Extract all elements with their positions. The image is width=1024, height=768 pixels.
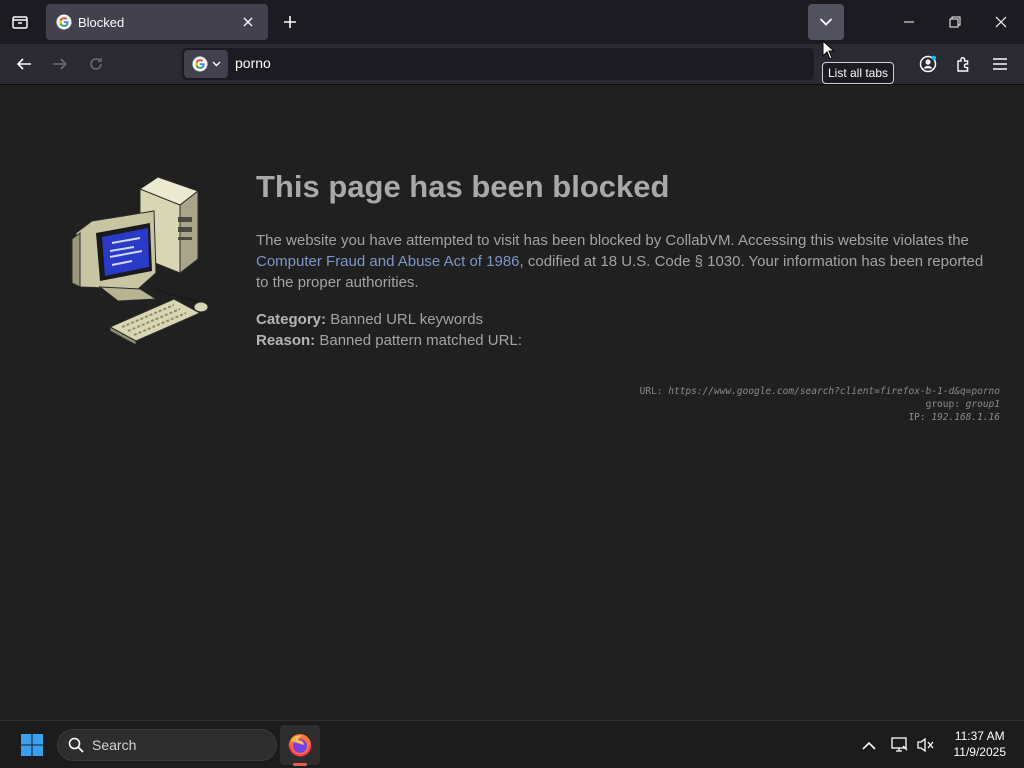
diag-url-label: URL: — [639, 386, 663, 397]
diag-ip-value: 192.168.1.16 — [931, 412, 1000, 423]
url-input-value[interactable]: porno — [235, 55, 271, 71]
tab-strip: Blocked — [0, 0, 1024, 44]
windows-logo-icon — [21, 734, 43, 756]
forward-button[interactable] — [46, 50, 74, 78]
category-row: Category: Banned URL keywords — [256, 309, 522, 330]
account-button[interactable] — [914, 50, 942, 78]
back-button[interactable] — [10, 50, 38, 78]
hamburger-menu-icon — [993, 58, 1007, 70]
cfaa-link[interactable]: Computer Fraud and Abuse Act of 1986 — [256, 253, 520, 270]
taskbar: Search 11:37 AM 11/9/2025 — [0, 720, 1024, 768]
reason-label: Reason: — [256, 332, 316, 349]
taskbar-firefox[interactable] — [280, 725, 320, 765]
restore-button[interactable] — [932, 0, 978, 44]
reason-row: Reason: Banned pattern matched URL: — [256, 330, 522, 351]
clock-date: 11/9/2025 — [953, 745, 1007, 759]
extensions-button[interactable] — [950, 50, 978, 78]
diag-group-row: group: group1 — [640, 398, 1000, 411]
plus-icon — [284, 16, 296, 28]
block-details: Category: Banned URL keywords Reason: Ba… — [256, 309, 522, 351]
list-all-tabs-tooltip: List all tabs — [822, 62, 895, 84]
minimize-button[interactable] — [886, 0, 932, 44]
network-status[interactable] — [888, 733, 912, 757]
page-content: This page has been blocked The website y… — [0, 85, 1024, 720]
chevron-down-icon — [212, 61, 220, 67]
arrow-right-icon — [53, 58, 68, 70]
close-window-button[interactable] — [978, 0, 1024, 44]
tab-title: Blocked — [78, 14, 125, 30]
category-value: Banned URL keywords — [330, 311, 484, 328]
diag-group-label: group: — [925, 399, 960, 410]
taskbar-search[interactable]: Search — [57, 729, 277, 761]
clock-time: 11:37 AM — [954, 729, 1005, 743]
show-hidden-icons-button[interactable] — [857, 733, 881, 757]
block-message-text: The website you have attempted to visit … — [256, 232, 969, 249]
arrow-left-icon — [16, 58, 31, 70]
start-button[interactable] — [14, 727, 50, 763]
firefox-view-button[interactable] — [6, 8, 34, 36]
app-menu-button[interactable] — [986, 50, 1014, 78]
network-icon — [891, 737, 908, 752]
reload-button[interactable] — [82, 50, 110, 78]
diag-ip-row: IP: 192.168.1.16 — [640, 411, 1000, 424]
close-icon — [243, 17, 253, 27]
diag-url-row: URL: https://www.google.com/search?clien… — [640, 385, 1000, 398]
diagnostic-info: URL: https://www.google.com/search?clien… — [640, 385, 1000, 424]
mouse-cursor-icon — [822, 40, 836, 60]
search-engine-button[interactable] — [184, 50, 228, 78]
system-clock[interactable]: 11:37 AM 11/9/2025 — [954, 728, 1007, 760]
volume-status[interactable] — [914, 733, 938, 757]
running-indicator — [293, 763, 307, 766]
computer-illustration — [71, 177, 209, 345]
google-icon — [56, 14, 72, 30]
url-bar[interactable]: porno — [182, 48, 814, 80]
tab-manager-icon — [12, 16, 28, 29]
google-icon — [192, 56, 207, 72]
chevron-up-icon — [862, 741, 876, 750]
list-all-tabs-button[interactable] — [808, 4, 844, 40]
speaker-muted-icon — [917, 737, 934, 753]
search-icon — [68, 737, 84, 753]
chevron-down-icon — [819, 18, 833, 26]
tab-close-button[interactable] — [238, 12, 258, 32]
reload-icon — [90, 58, 102, 70]
category-label: Category: — [256, 311, 327, 328]
page-title: This page has been blocked — [256, 169, 670, 204]
minimize-icon — [904, 21, 914, 23]
diag-group-value: group1 — [965, 399, 1000, 410]
restore-icon — [949, 16, 961, 28]
block-message: The website you have attempted to visit … — [256, 230, 996, 293]
account-icon — [919, 55, 937, 73]
diag-url-value: https://www.google.com/search?client=fir… — [668, 386, 1000, 397]
taskbar-search-label: Search — [92, 737, 137, 753]
close-icon — [995, 16, 1007, 28]
puzzle-piece-icon — [957, 57, 969, 72]
tab-blocked[interactable]: Blocked — [46, 4, 268, 40]
new-tab-button[interactable] — [276, 8, 304, 36]
reason-value: Banned pattern matched URL: — [319, 332, 522, 349]
diag-ip-label: IP: — [908, 412, 926, 423]
firefox-icon — [288, 734, 312, 757]
